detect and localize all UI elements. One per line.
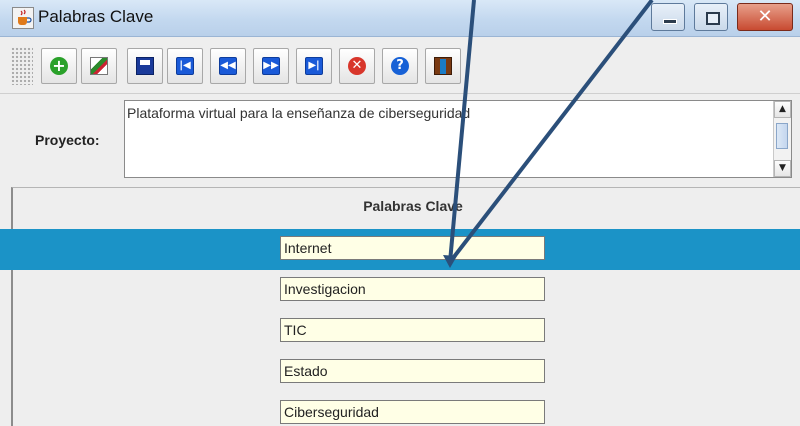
first-record-icon: |◀	[176, 57, 194, 75]
maximize-button[interactable]	[694, 3, 728, 31]
keyword-field[interactable]: Estado	[280, 359, 545, 383]
keyword-field[interactable]: Ciberseguridad	[280, 400, 545, 424]
save-icon	[136, 57, 154, 75]
palabras-clave-panel: Palabras Clave Internet Investigacion TI…	[0, 187, 800, 426]
save-button[interactable]	[127, 48, 163, 84]
exit-door-icon	[434, 57, 452, 75]
proyecto-textarea[interactable]: Plataforma virtual para la enseñanza de …	[124, 100, 792, 178]
last-record-button[interactable]: ▶|	[296, 48, 332, 84]
toolbar: + |◀ ◀◀ ▶▶ ▶| ✕ ?	[0, 37, 800, 94]
maximize-icon	[706, 12, 720, 25]
close-icon: ✕	[757, 6, 773, 27]
keyword-field[interactable]: Internet	[280, 236, 545, 260]
keyword-field[interactable]: Investigacion	[280, 277, 545, 301]
help-button[interactable]: ?	[382, 48, 418, 84]
palabras-clave-header: Palabras Clave	[363, 198, 463, 214]
window-title: Palabras Clave	[38, 7, 154, 26]
scroll-thumb[interactable]	[776, 123, 788, 149]
java-cup-icon	[12, 7, 34, 29]
keyword-row[interactable]: Ciberseguridad	[0, 393, 800, 426]
proyecto-value: Plataforma virtual para la enseñanza de …	[127, 105, 471, 121]
edit-button[interactable]	[81, 48, 117, 84]
first-record-button[interactable]: |◀	[167, 48, 203, 84]
keyword-field[interactable]: TIC	[280, 318, 545, 342]
next-record-button[interactable]: ▶▶	[253, 48, 289, 84]
proyecto-scrollbar[interactable]: ▲ ▼	[773, 101, 791, 177]
last-record-icon: ▶|	[305, 57, 323, 75]
proyecto-row: Proyecto: Plataforma virtual para la ens…	[0, 94, 800, 186]
exit-button[interactable]	[425, 48, 461, 84]
keyword-list: Internet Investigacion TIC Estado Cibers…	[0, 229, 800, 426]
keyword-row[interactable]: Internet	[0, 229, 800, 270]
scroll-up-icon[interactable]: ▲	[774, 101, 791, 118]
next-record-icon: ▶▶	[262, 57, 280, 75]
close-button[interactable]: ✕	[737, 3, 793, 31]
edit-icon	[90, 57, 108, 75]
add-button[interactable]: +	[41, 48, 77, 84]
keyword-row[interactable]: TIC	[0, 311, 800, 352]
toolbar-grip[interactable]	[11, 47, 33, 85]
title-bar[interactable]: Palabras Clave ✕	[0, 0, 800, 37]
scroll-down-icon[interactable]: ▼	[774, 160, 791, 177]
keyword-row[interactable]: Estado	[0, 352, 800, 393]
proyecto-label: Proyecto:	[35, 132, 100, 148]
palabras-clave-window: Palabras Clave ✕ + |◀ ◀◀ ▶▶ ▶| ✕ ? Proye…	[0, 0, 800, 426]
add-icon: +	[50, 57, 68, 75]
minimize-icon	[663, 19, 677, 24]
cancel-icon: ✕	[348, 57, 366, 75]
help-icon: ?	[391, 57, 409, 75]
minimize-button[interactable]	[651, 3, 685, 31]
keyword-row[interactable]: Investigacion	[0, 270, 800, 311]
cancel-button[interactable]: ✕	[339, 48, 375, 84]
previous-record-button[interactable]: ◀◀	[210, 48, 246, 84]
previous-record-icon: ◀◀	[219, 57, 237, 75]
